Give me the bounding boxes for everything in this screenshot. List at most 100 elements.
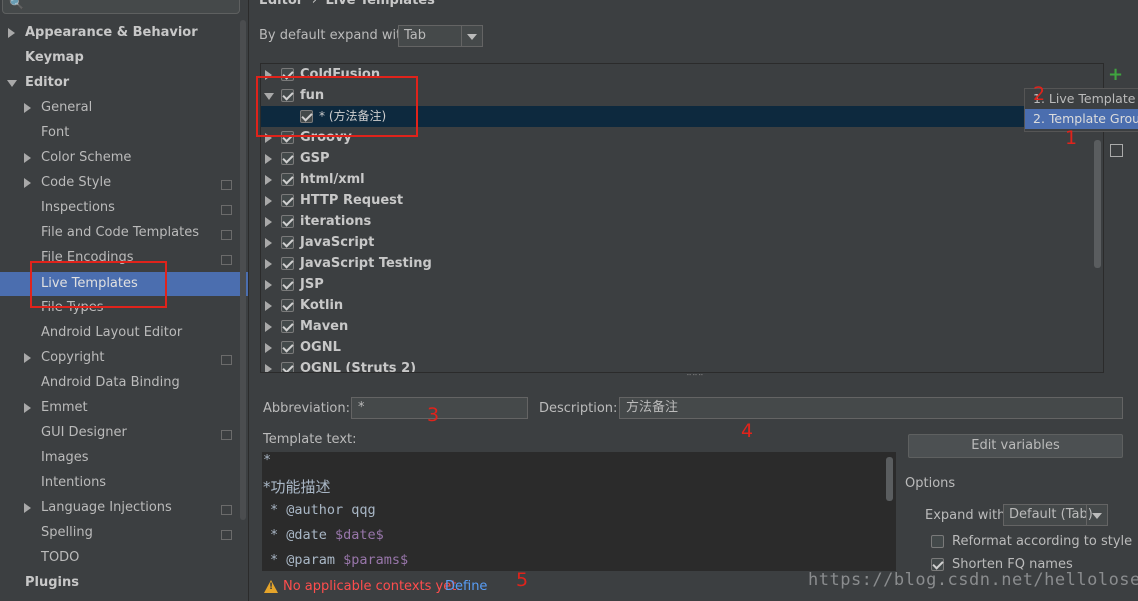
expand-arrow-icon[interactable] [265, 175, 272, 185]
sidebar-item-android-data-binding[interactable]: Android Data Binding [41, 372, 180, 394]
group-checkbox[interactable] [281, 236, 294, 249]
sidebar-item-spelling[interactable]: Spelling [41, 522, 93, 544]
expand-arrow-icon[interactable] [24, 103, 31, 113]
tree-row[interactable]: Maven [261, 316, 1103, 337]
expand-arrow-icon[interactable] [24, 403, 31, 413]
sidebar-scrollbar[interactable] [240, 20, 246, 520]
tree-row[interactable]: OGNL [261, 337, 1103, 358]
sidebar-item-copyright[interactable]: Copyright [41, 347, 105, 369]
chevron-down-icon[interactable] [1086, 505, 1107, 525]
tree-row-label: JSP [300, 277, 324, 292]
sidebar-item-emmet[interactable]: Emmet [41, 397, 88, 419]
tree-scrollbar[interactable] [1094, 140, 1101, 268]
group-checkbox[interactable] [281, 152, 294, 165]
sidebar-item-keymap[interactable]: Keymap [25, 47, 84, 69]
description-input[interactable]: 方法备注 [619, 397, 1123, 419]
expand-arrow-icon[interactable] [24, 153, 31, 163]
template-text-editor[interactable]: * *功能描述 * @author qqg * @date $date$ * @… [262, 452, 896, 571]
menu-item-template-group[interactable]: 2. Template Group... [1025, 109, 1138, 129]
expand-arrow-icon[interactable] [265, 322, 272, 332]
expand-with-select[interactable]: Default (Tab) [1003, 504, 1108, 526]
reformat-checkbox[interactable] [931, 535, 944, 548]
chevron-down-icon[interactable] [461, 26, 482, 46]
sidebar-item-color-scheme[interactable]: Color Scheme [41, 147, 131, 169]
sidebar-item-plugins[interactable]: Plugins [25, 572, 79, 594]
sidebar-item-editor[interactable]: Editor [25, 72, 69, 94]
copy-template-icon[interactable] [1110, 144, 1123, 157]
sidebar-item-appearance[interactable]: Appearance & Behavior [25, 22, 198, 44]
editor-line-text: * @param [270, 552, 344, 568]
tree-row-label: iterations [300, 214, 372, 229]
tree-row[interactable]: JSP [261, 274, 1103, 295]
expand-arrow-icon[interactable] [265, 196, 272, 206]
sidebar-item-android-layout-editor[interactable]: Android Layout Editor [41, 322, 182, 344]
project-settings-icon [221, 205, 232, 215]
group-checkbox[interactable] [281, 215, 294, 228]
group-checkbox[interactable] [281, 257, 294, 270]
sidebar-item-intentions[interactable]: Intentions [41, 472, 106, 494]
expand-arrow-icon[interactable] [265, 154, 272, 164]
sidebar-item-code-style[interactable]: Code Style [41, 172, 111, 194]
splitter-handle[interactable]: ⠒⠒⠒ [686, 371, 704, 380]
settings-search-input[interactable]: 🔍 [2, 0, 240, 14]
expand-arrow-icon[interactable] [24, 178, 31, 188]
sidebar-item-inspections[interactable]: Inspections [41, 197, 115, 219]
define-context-link[interactable]: Define [445, 579, 487, 594]
abbreviation-label: Abbreviation: [263, 401, 351, 416]
expand-arrow-icon[interactable] [265, 301, 272, 311]
sidebar-item-general[interactable]: General [41, 97, 92, 119]
abbreviation-input[interactable]: * [351, 397, 528, 419]
template-variable: $params$ [343, 552, 409, 568]
expand-arrow-icon[interactable] [24, 503, 31, 513]
tree-row[interactable]: Kotlin [261, 295, 1103, 316]
template-variable: $date$ [335, 527, 384, 543]
default-expand-label: By default expand with [259, 28, 410, 43]
expand-arrow-icon[interactable] [265, 280, 272, 290]
group-checkbox[interactable] [281, 341, 294, 354]
group-checkbox[interactable] [281, 278, 294, 291]
collapse-arrow-icon[interactable] [7, 80, 17, 87]
editor-line: * [263, 452, 272, 468]
group-checkbox[interactable] [281, 173, 294, 186]
expand-arrow-icon[interactable] [265, 238, 272, 248]
annotation-box-fun-group [256, 76, 418, 137]
project-settings-icon [221, 355, 232, 365]
sidebar-item-file-code-templates[interactable]: File and Code Templates [41, 222, 199, 244]
sidebar-item-gui-designer[interactable]: GUI Designer [41, 422, 127, 444]
group-checkbox[interactable] [281, 362, 294, 372]
tree-row-label: HTTP Request [300, 193, 404, 208]
tree-row-label: html/xml [300, 172, 365, 187]
default-expand-select[interactable]: Tab [398, 25, 483, 47]
annotation-number: 3 [427, 404, 440, 426]
tree-row[interactable]: GSP [261, 148, 1103, 169]
group-checkbox[interactable] [281, 194, 294, 207]
expand-arrow-icon[interactable] [265, 259, 272, 269]
tree-row-label: Kotlin [300, 298, 344, 313]
tree-row[interactable]: iterations [261, 211, 1103, 232]
sidebar-item-images[interactable]: Images [41, 447, 89, 469]
sidebar-item-todo[interactable]: TODO [41, 547, 79, 569]
tree-row-label: JavaScript Testing [300, 256, 432, 271]
search-icon: 🔍 [9, 0, 24, 10]
tree-row[interactable]: JavaScript [261, 232, 1103, 253]
sidebar-item-language-injections[interactable]: Language Injections [41, 497, 172, 519]
expand-arrow-icon[interactable] [265, 364, 272, 372]
tree-row[interactable]: JavaScript Testing [261, 253, 1103, 274]
reformat-label: Reformat according to style [952, 534, 1133, 549]
sidebar-item-font[interactable]: Font [41, 122, 69, 144]
edit-variables-button[interactable]: Edit variables [908, 434, 1123, 458]
expand-arrow-icon[interactable] [265, 217, 272, 227]
editor-scrollbar[interactable] [886, 457, 893, 501]
project-settings-icon [221, 230, 232, 240]
tree-row[interactable]: OGNL (Struts 2) [261, 358, 1103, 372]
group-checkbox[interactable] [281, 320, 294, 333]
expand-arrow-icon[interactable] [265, 343, 272, 353]
expand-arrow-icon[interactable] [8, 28, 15, 38]
editor-line: * @date $date$ [270, 527, 384, 543]
tree-row[interactable]: html/xml [261, 169, 1103, 190]
expand-arrow-icon[interactable] [24, 353, 31, 363]
group-checkbox[interactable] [281, 299, 294, 312]
watermark: https://blog.csdn.net/helloloser [808, 570, 1138, 590]
add-icon[interactable]: + [1108, 64, 1123, 85]
tree-row[interactable]: HTTP Request [261, 190, 1103, 211]
